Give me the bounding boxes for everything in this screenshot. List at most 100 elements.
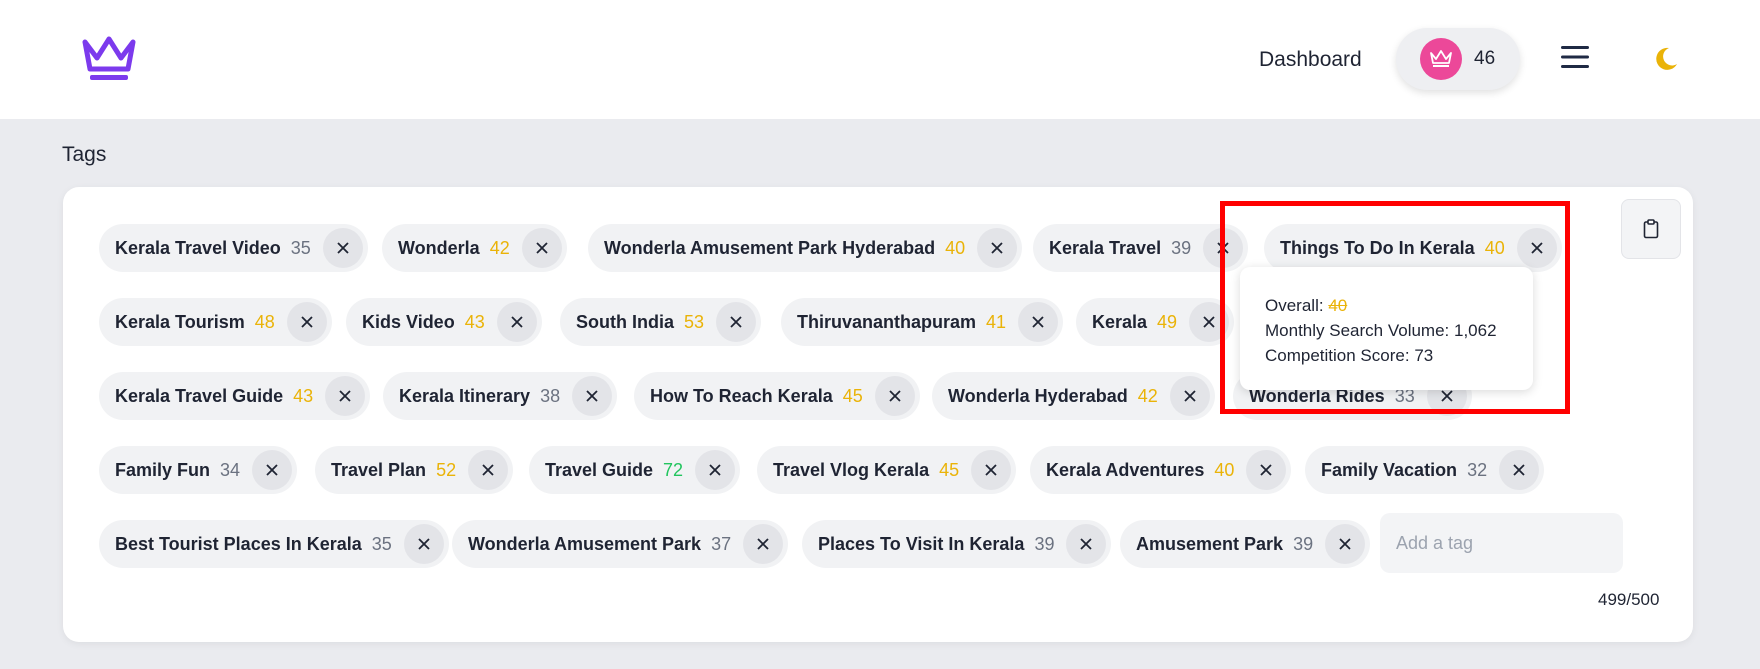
points-badge[interactable]: 46 [1396,28,1520,90]
remove-tag-button[interactable] [874,376,915,416]
remove-tag-button[interactable] [1499,450,1540,490]
menu-icon[interactable] [1561,45,1589,69]
tag-label: Thiruvananthapuram [797,311,977,332]
tag-score: 41 [986,311,1007,332]
remove-tag-button[interactable] [286,302,327,342]
volume-label: Monthly Search Volume: [1265,321,1450,340]
character-count: 499/500 [1598,590,1660,609]
tag-score: 72 [663,459,684,480]
tag-stats-tooltip: Overall: 40 Monthly Search Volume: 1,062… [1240,267,1533,390]
remove-tag-button[interactable] [695,450,736,490]
tag-score: 52 [436,459,457,480]
remove-tag-button[interactable] [1018,302,1059,342]
tag-score: 32 [1467,459,1488,480]
remove-tag-button[interactable] [322,228,363,268]
tag-score: 34 [220,459,241,480]
top-header: Dashboard 46 [0,0,1760,119]
tag-score: 39 [1293,533,1314,554]
tag-chip: Travel Plan 52 [315,446,514,494]
remove-tag-button[interactable] [1066,524,1107,564]
tag-chip: South India 53 [560,298,762,346]
close-icon [730,316,742,328]
competition-value: 73 [1414,346,1434,365]
tag-score: 38 [540,385,561,406]
crown-logo-icon[interactable] [80,34,138,82]
tag-chip: Kids Video 43 [346,298,542,346]
tag-chip: Places To Visit In Kerala 39 [802,520,1112,568]
tag-chip: Best Tourist Places In Kerala 35 [99,520,449,568]
tooltip-volume-row: Monthly Search Volume: 1,062 [1265,318,1533,343]
clipboard-icon [1643,219,1659,239]
remove-tag-button[interactable] [572,376,613,416]
close-icon [1531,242,1543,254]
close-icon [1080,538,1093,550]
tag-score: 43 [464,311,485,332]
remove-tag-button[interactable] [403,524,444,564]
remove-tag-button[interactable] [1189,302,1230,342]
tag-score: 45 [939,459,960,480]
tag-label: Travel Guide [545,459,654,480]
close-icon [757,538,769,550]
tooltip-competition-row: Competition Score: 73 [1265,343,1533,368]
tag-chip: Kerala Adventures 40 [1030,446,1292,494]
close-icon [301,316,313,328]
tag-chip: Kerala Tourism 48 [99,298,332,346]
remove-tag-button[interactable] [468,450,509,490]
remove-tag-button[interactable] [1325,524,1366,564]
tag-label: Kerala Travel Video [115,237,281,258]
tag-score: 39 [1171,237,1192,258]
tag-score: 49 [1157,311,1178,332]
moon-icon[interactable] [1653,46,1679,72]
remove-tag-button[interactable] [496,302,537,342]
close-icon [536,242,548,254]
remove-tag-button[interactable] [1246,450,1287,490]
remove-tag-button[interactable] [1516,228,1557,268]
tag-label: Wonderla [398,237,480,258]
remove-tag-button[interactable] [716,302,757,342]
remove-tag-button[interactable] [1203,228,1244,268]
tag-chip: How To Reach Kerala 45 [634,372,920,420]
tag-chip: Travel Guide 72 [529,446,741,494]
remove-tag-button[interactable] [971,450,1012,490]
tag-label: Things To Do In Kerala [1280,237,1475,258]
tag-score: 43 [293,385,314,406]
close-icon [1260,464,1273,476]
close-icon [1339,538,1351,550]
tag-label: Kerala Travel [1049,237,1162,258]
remove-tag-button[interactable] [743,524,784,564]
close-icon [418,538,430,550]
remove-tag-button[interactable] [1169,376,1210,416]
remove-tag-button[interactable] [252,450,293,490]
tag-score: 42 [1137,385,1158,406]
tag-label: Kerala Travel Guide [115,385,284,406]
tag-label: Wonderla Hyderabad [948,385,1128,406]
tag-label: Kerala Adventures [1046,459,1205,480]
tag-label: Kids Video [362,311,455,332]
tag-label: Family Fun [115,459,211,480]
tag-label: Wonderla Amusement Park Hyderabad [604,237,936,258]
tag-score: 35 [371,533,392,554]
tag-chip: Kerala Travel 39 [1033,224,1249,272]
tag-label: How To Reach Kerala [650,385,833,406]
tag-score: 53 [684,311,705,332]
close-icon [482,464,494,476]
tag-label: Places To Visit In Kerala [818,533,1025,554]
tag-score: 45 [842,385,863,406]
tag-chip: Wonderla Hyderabad 42 [932,372,1215,420]
tag-chip: Family Fun 34 [99,446,298,494]
close-icon [1184,390,1196,402]
close-icon [511,316,523,328]
copy-button[interactable] [1621,199,1681,259]
tag-label: Family Vacation [1321,459,1458,480]
add-tag-input[interactable] [1380,513,1623,573]
dashboard-link[interactable]: Dashboard [1259,48,1362,72]
tag-score: 48 [254,311,275,332]
close-icon [1441,390,1453,402]
remove-tag-button[interactable] [521,228,562,268]
section-title: Tags [62,143,107,166]
tag-score: 39 [1034,533,1055,554]
remove-tag-button[interactable] [977,228,1018,268]
close-icon [985,464,997,476]
remove-tag-button[interactable] [325,376,366,416]
tag-chip: Wonderla 42 [382,224,567,272]
